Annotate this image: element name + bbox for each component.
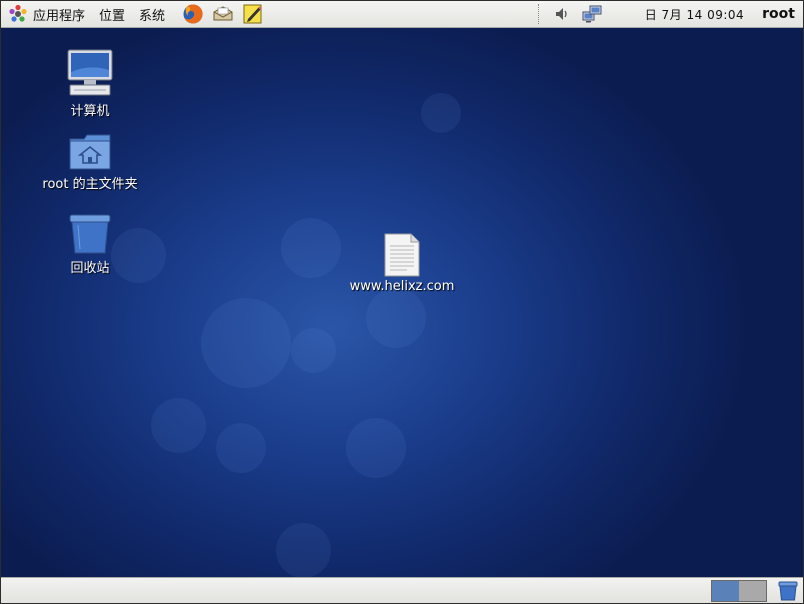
notes-editor-icon	[242, 3, 264, 25]
gnome-foot-icon	[8, 4, 28, 24]
bokeh-circle	[366, 288, 426, 348]
bokeh-circle	[151, 398, 206, 453]
mail-launcher[interactable]	[208, 1, 238, 27]
desktop-icon-label: root 的主文件夹	[42, 177, 138, 192]
clock[interactable]: 日 7月 14 09:04	[637, 6, 752, 23]
places-menu[interactable]: 位置	[92, 1, 132, 27]
desktop-icon-label: 回收站	[70, 261, 110, 276]
user-switcher[interactable]: root	[752, 6, 803, 22]
system-menu[interactable]: 系统	[132, 1, 172, 27]
notes-launcher[interactable]	[238, 1, 268, 27]
volume-control[interactable]	[547, 1, 577, 27]
screen: 应用程序 位置 系统 日 7月 14 09:04 root 计算机 root 的…	[0, 0, 804, 604]
bokeh-circle	[291, 328, 336, 373]
workspace-switcher	[711, 580, 767, 602]
bokeh-circle	[201, 298, 291, 388]
desktop-icon-trash[interactable]: 回收站	[57, 213, 123, 276]
computer-icon	[66, 48, 114, 98]
workspace-1[interactable]	[712, 581, 739, 601]
mail-icon	[212, 4, 234, 24]
firefox-launcher[interactable]	[178, 1, 208, 27]
desktop-icon-home-folder[interactable]: root 的主文件夹	[37, 133, 143, 192]
top-panel: 应用程序 位置 系统 日 7月 14 09:04 root	[1, 1, 803, 28]
bokeh-circle	[216, 423, 266, 473]
tray-handle[interactable]	[537, 4, 543, 24]
desktop-icon-text-file[interactable]: www.helixz.com	[343, 233, 461, 294]
workspace-2[interactable]	[739, 581, 766, 601]
firefox-icon	[182, 3, 204, 25]
desktop-icon-computer[interactable]: 计算机	[57, 48, 123, 119]
bokeh-circle	[276, 523, 331, 577]
trash-icon	[68, 213, 112, 255]
bottom-panel	[1, 577, 803, 603]
applications-menu-label: 应用程序	[33, 8, 86, 24]
system-menu-label: 系统	[139, 8, 166, 24]
desktop-icon-label: 计算机	[70, 104, 110, 119]
bokeh-circle	[346, 418, 406, 478]
network-status[interactable]	[577, 1, 607, 27]
network-icon	[581, 4, 603, 24]
bokeh-circle	[281, 218, 341, 278]
bokeh-circle	[421, 93, 461, 133]
applications-menu[interactable]: 应用程序	[1, 1, 92, 27]
desktop-icon-label: www.helixz.com	[349, 279, 455, 294]
places-menu-label: 位置	[99, 8, 126, 24]
text-file-icon	[383, 233, 421, 277]
desktop[interactable]: 计算机 root 的主文件夹 回收站 www.helixz.com	[1, 28, 803, 577]
volume-icon	[553, 5, 571, 23]
home-folder-icon	[68, 133, 112, 171]
trash-applet-icon	[778, 581, 798, 601]
trash-applet[interactable]	[777, 580, 799, 602]
